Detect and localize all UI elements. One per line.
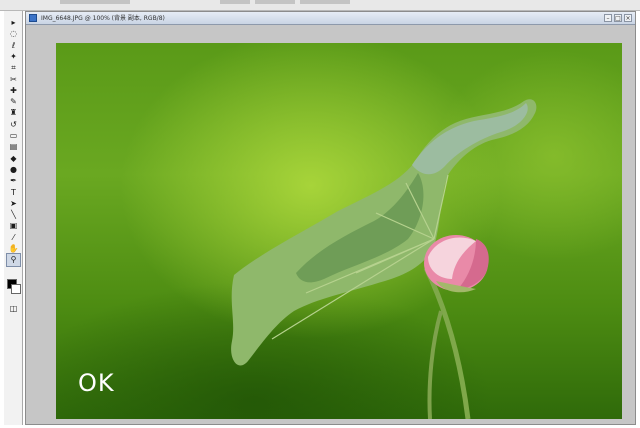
leaf-edge-highlight: [412, 103, 528, 175]
leaf-stem: [427, 310, 443, 419]
document-title-bar[interactable]: IMG_6648.JPG @ 100% (背景 副本, RGB/8) – □ ×: [26, 12, 635, 25]
slice-tool-icon[interactable]: ✂: [7, 74, 20, 86]
quick-mask-icon[interactable]: ◫: [7, 303, 20, 315]
background-color-swatch[interactable]: [11, 284, 21, 294]
eraser-tool-icon[interactable]: ▭: [7, 130, 20, 142]
menu-bar-fragment: [300, 0, 350, 4]
blur-tool-icon[interactable]: ◆: [7, 153, 20, 165]
document-icon: [29, 14, 37, 22]
minimize-button[interactable]: –: [604, 14, 612, 22]
dodge-tool-icon[interactable]: ●: [7, 164, 20, 176]
image-canvas[interactable]: OK: [56, 43, 622, 419]
eyedropper-tool-icon[interactable]: ⁄: [7, 232, 20, 244]
gradient-tool-icon[interactable]: ▤: [7, 141, 20, 153]
brush-tool-icon[interactable]: ✎: [7, 96, 20, 108]
hand-tool-icon[interactable]: ✋: [7, 243, 20, 255]
close-button[interactable]: ×: [624, 14, 632, 22]
magic-wand-tool-icon[interactable]: ✦: [7, 51, 20, 63]
document-window: IMG_6648.JPG @ 100% (背景 副本, RGB/8) – □ ×: [25, 11, 636, 425]
healing-brush-tool-icon[interactable]: ✚: [7, 85, 20, 97]
maximize-button[interactable]: □: [614, 14, 622, 22]
marquee-tool-icon[interactable]: ◌: [7, 28, 20, 40]
document-title: IMG_6648.JPG @ 100% (背景 副本, RGB/8): [41, 15, 165, 22]
window-controls: – □ ×: [604, 14, 632, 22]
notes-tool-icon[interactable]: ▣: [7, 220, 20, 232]
crop-tool-icon[interactable]: ⌗: [7, 62, 20, 74]
lasso-tool-icon[interactable]: ℓ: [7, 40, 20, 52]
lotus-photo: [231, 99, 537, 419]
application-menu-bar: [0, 0, 640, 11]
history-brush-tool-icon[interactable]: ↺: [7, 119, 20, 131]
zoom-tool-icon[interactable]: ⚲: [6, 253, 21, 268]
menu-bar-fragment: [255, 0, 295, 4]
path-selection-tool-icon[interactable]: ➤: [7, 198, 20, 210]
clone-stamp-tool-icon[interactable]: ♜: [7, 107, 20, 119]
menu-bar-fragment: [220, 0, 250, 4]
toolbox-panel: ◫ ▸ ◌ ℓ ✦ ⌗ ✂ ✚ ✎ ♜ ↺ ▭ ▤ ◆ ● ✒ T ➤ ╲ ▣ ⁄ ✋ ⚲: [4, 11, 23, 425]
canvas-overlay-text: OK: [78, 369, 115, 397]
move-tool-icon[interactable]: ▸: [7, 17, 20, 29]
pen-tool-icon[interactable]: ✒: [7, 175, 20, 187]
line-tool-icon[interactable]: ╲: [7, 209, 20, 221]
type-tool-icon[interactable]: T: [7, 187, 20, 199]
menu-bar-fragment: [60, 0, 130, 4]
